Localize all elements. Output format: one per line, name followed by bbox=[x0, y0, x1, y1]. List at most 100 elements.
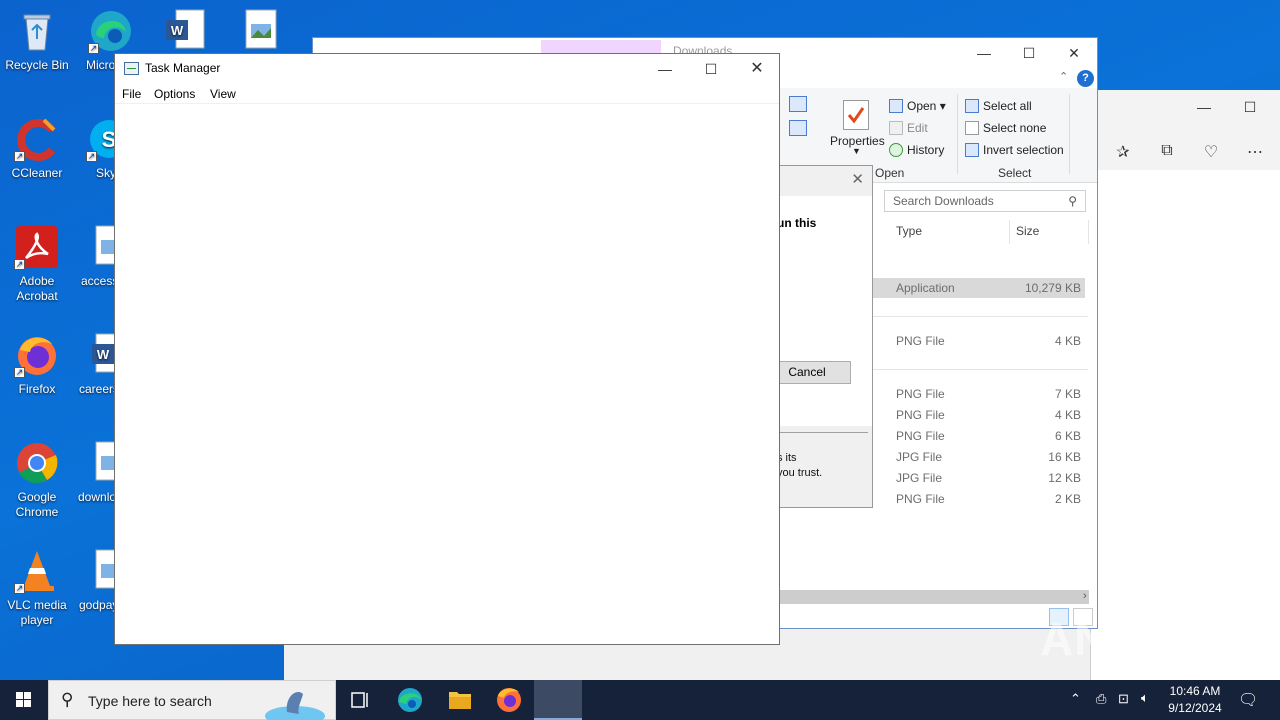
desktop-icon-recycle-bin[interactable]: Recycle Bin bbox=[0, 8, 74, 73]
start-button[interactable] bbox=[0, 680, 48, 720]
image-file-icon bbox=[88, 440, 116, 486]
task-manager-title-bar[interactable]: Task Manager — ☐ ✕ bbox=[115, 54, 779, 84]
edit-button[interactable]: Edit bbox=[889, 121, 928, 135]
collapse-ribbon-icon[interactable]: ⌃ bbox=[1059, 70, 1068, 83]
acrobat-icon: ↗ bbox=[14, 224, 60, 270]
maximize-icon[interactable]: ☐ bbox=[1006, 38, 1052, 68]
volume-icon[interactable]: 🔈︎ bbox=[1141, 690, 1149, 720]
desktop-icon-adobe-acrobat[interactable]: ↗ Adobe Acrobat bbox=[0, 224, 74, 304]
network-icon[interactable]: ⊡ bbox=[1118, 691, 1129, 720]
menu-options[interactable]: Options bbox=[154, 87, 195, 101]
file-size: 10,279 KB bbox=[1024, 281, 1081, 295]
desktop-icon-access[interactable]: access bbox=[74, 224, 116, 289]
taskbar-firefox-button[interactable] bbox=[485, 680, 533, 720]
shortcut-arrow-icon: ↗ bbox=[14, 583, 25, 594]
browser-essentials-icon[interactable]: ♡ bbox=[1201, 142, 1221, 162]
file-type: PNG File bbox=[896, 492, 945, 506]
task-manager-window: Task Manager — ☐ ✕ File Options View bbox=[114, 53, 780, 645]
minimize-icon[interactable]: — bbox=[642, 54, 688, 84]
maximize-icon[interactable]: ☐ bbox=[1227, 92, 1273, 122]
desktop-icon-firefox[interactable]: ↗ Firefox bbox=[0, 332, 74, 397]
file-size: 2 KB bbox=[1054, 492, 1081, 506]
column-separator[interactable] bbox=[1009, 220, 1010, 244]
desktop-icon-label: Firefox bbox=[18, 382, 56, 396]
history-button[interactable]: History bbox=[889, 143, 944, 157]
close-icon[interactable]: ✕ bbox=[851, 170, 864, 188]
desktop-icon-skype[interactable]: S ↗ Sky bbox=[74, 116, 116, 181]
file-type: Application bbox=[896, 281, 955, 295]
maximize-icon[interactable]: ☐ bbox=[688, 54, 734, 84]
close-icon[interactable]: ✕ bbox=[734, 54, 780, 84]
scroll-right-icon[interactable]: › bbox=[1083, 590, 1087, 602]
file-row[interactable]: JPG File 12 KB bbox=[873, 468, 1085, 488]
taskbar-task-manager-button[interactable] bbox=[534, 680, 582, 720]
file-row[interactable]: PNG File 4 KB bbox=[873, 405, 1085, 425]
edge-content bbox=[1091, 170, 1280, 680]
file-row[interactable]: PNG File 6 KB bbox=[873, 426, 1085, 446]
column-header-type[interactable]: Type bbox=[896, 224, 922, 238]
desktop-icon-download[interactable]: downlo bbox=[74, 440, 116, 505]
invert-selection-button[interactable]: Invert selection bbox=[965, 143, 1064, 157]
desktop-icon-label: CCleaner bbox=[11, 166, 63, 180]
image-file-icon bbox=[238, 8, 284, 54]
open-button[interactable]: Open ▾ bbox=[889, 99, 946, 113]
file-size: 16 KB bbox=[1048, 450, 1081, 464]
desktop-icon-google-chrome[interactable]: Google Chrome bbox=[0, 440, 74, 520]
word-doc-icon: W bbox=[88, 332, 116, 378]
more-options-icon[interactable]: ⋯ bbox=[1245, 142, 1265, 162]
file-row[interactable]: PNG File 2 KB bbox=[873, 489, 1085, 509]
show-hidden-icons[interactable]: ⌃ bbox=[1070, 691, 1081, 720]
device-icon[interactable]: ⎙ bbox=[1096, 691, 1106, 720]
desktop: Recycle Bin ↗ Micro Ed W ↗ CCleaner S ↗ … bbox=[0, 0, 1280, 680]
desktop-icon-ccleaner[interactable]: ↗ CCleaner bbox=[0, 116, 74, 181]
select-none-button[interactable]: Select none bbox=[965, 121, 1046, 135]
search-input[interactable]: Search Downloads ⚲ bbox=[884, 190, 1086, 212]
taskbar-search-input[interactable]: ⚲ Type here to search bbox=[48, 680, 336, 720]
recycle-bin-icon bbox=[14, 8, 60, 54]
desktop-icon-godpay[interactable]: godpay bbox=[74, 548, 116, 613]
task-view-button[interactable] bbox=[336, 680, 384, 720]
file-row[interactable]: JPG File 16 KB bbox=[873, 447, 1085, 467]
close-icon[interactable]: ✕ bbox=[1051, 38, 1097, 68]
clock-date: 9/12/2024 bbox=[1168, 701, 1222, 715]
notifications-icon[interactable]: 🗨︎ bbox=[1238, 690, 1258, 720]
folder-icon bbox=[449, 692, 471, 709]
windows-logo-icon bbox=[16, 692, 31, 707]
collections-icon[interactable]: ⧉ bbox=[1157, 142, 1177, 162]
menu-bar: File Options View bbox=[115, 84, 779, 104]
taskbar-file-explorer-button[interactable] bbox=[436, 680, 484, 720]
edge-icon: ↗ bbox=[88, 8, 134, 54]
help-icon[interactable]: ? bbox=[1077, 70, 1094, 87]
desktop-icon-label: Sky bbox=[96, 166, 116, 180]
file-row[interactable]: PNG File 4 KB bbox=[873, 331, 1085, 351]
favorites-icon[interactable]: ✰ bbox=[1113, 142, 1133, 162]
word-doc-icon: W bbox=[162, 8, 208, 54]
svg-text:W: W bbox=[171, 23, 184, 38]
desktop-icon-vlc[interactable]: ↗ VLC media player bbox=[0, 548, 74, 628]
minimize-icon[interactable]: — bbox=[961, 38, 1007, 68]
system-clock[interactable]: 10:46 AM 9/12/2024 bbox=[1160, 683, 1230, 717]
file-size: 7 KB bbox=[1054, 387, 1081, 401]
file-row[interactable]: PNG File 7 KB bbox=[873, 384, 1085, 404]
menu-file[interactable]: File bbox=[122, 87, 141, 101]
edge-window: — ☐ ✰ ⧉ ♡ ⋯ bbox=[1090, 90, 1280, 680]
image-file-icon bbox=[88, 224, 116, 270]
menu-view[interactable]: View bbox=[210, 87, 236, 101]
horizontal-scrollbar[interactable] bbox=[779, 590, 1089, 604]
column-header-size[interactable]: Size bbox=[1016, 224, 1039, 238]
ribbon-separator bbox=[1069, 94, 1070, 174]
paste-shortcut-icon[interactable] bbox=[789, 120, 811, 136]
desktop-icon-word-doc[interactable]: W bbox=[148, 8, 222, 58]
desktop-icon-image-file[interactable] bbox=[224, 8, 298, 58]
column-separator[interactable] bbox=[1088, 220, 1089, 244]
desktop-icon-careers[interactable]: W careers bbox=[74, 332, 116, 397]
minimize-icon[interactable]: — bbox=[1181, 92, 1227, 122]
window-title: Task Manager bbox=[145, 61, 221, 75]
taskbar-edge-button[interactable] bbox=[386, 680, 434, 720]
anyrun-watermark: ANY RUN bbox=[1040, 613, 1256, 665]
select-all-button[interactable]: Select all bbox=[965, 99, 1032, 113]
file-row[interactable]: Application 10,279 KB bbox=[873, 278, 1085, 298]
chrome-icon bbox=[14, 440, 60, 486]
chevron-down-icon[interactable]: ▼ bbox=[852, 146, 861, 156]
copy-path-icon[interactable] bbox=[789, 96, 811, 112]
